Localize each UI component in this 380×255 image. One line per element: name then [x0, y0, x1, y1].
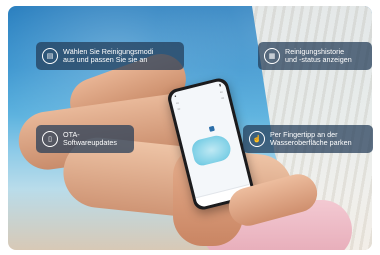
callout-ota-updates: ▯ OTA- Softwareupdates [36, 125, 134, 153]
callout-cleaning-modes: ▤ Wählen Sie Reinigungsmodi aus und pass… [36, 42, 184, 70]
robot-icon: ▤ [42, 48, 58, 64]
callout-text: OTA- Softwareupdates [63, 129, 117, 147]
callout-text: Per Fingertipp an der Wasseroberfläche p… [270, 129, 352, 147]
update-icon: ▯ [42, 131, 58, 147]
pool-map[interactable] [189, 132, 234, 168]
robot-marker-icon [208, 125, 215, 132]
callout-surface-parking: ☝ Per Fingertipp an der Wasseroberfläche… [243, 125, 373, 153]
callout-cleaning-history: ▦ Reinigungshistorie und -status anzeige… [258, 42, 372, 70]
history-icon: ▦ [264, 48, 280, 64]
callout-text: Reinigungshistorie und -status anzeigen [285, 46, 352, 64]
callout-text: Wählen Sie Reinigungsmodi aus und passen… [63, 46, 154, 64]
touch-icon: ☝ [249, 131, 265, 147]
